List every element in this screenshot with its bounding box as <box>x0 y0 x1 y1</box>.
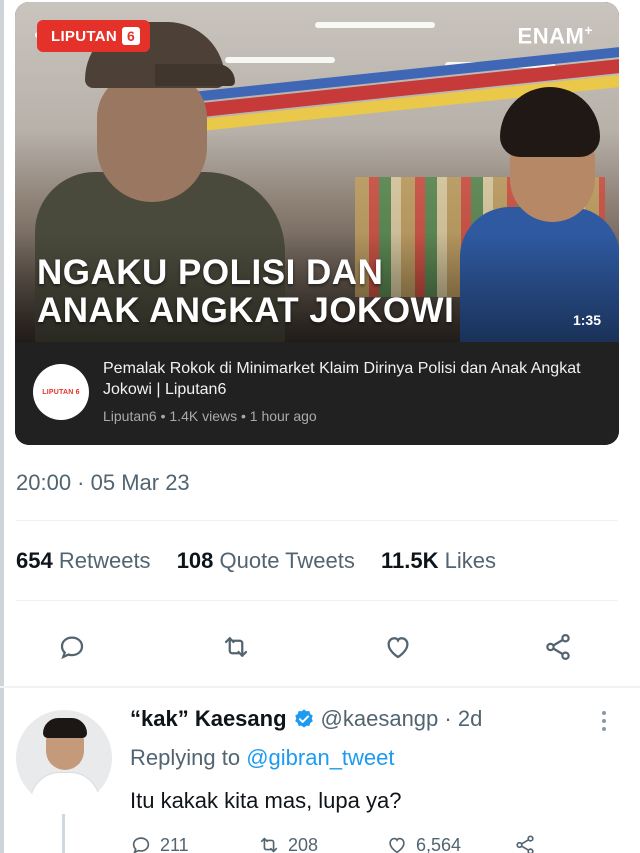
retweet-icon[interactable] <box>216 622 256 672</box>
likes-stat[interactable]: 11.5K Likes <box>381 548 496 573</box>
retweets-stat[interactable]: 654 Retweets <box>16 548 151 573</box>
reply-author-handle[interactable]: @kaesangp · 2d <box>321 706 483 732</box>
video-meta[interactable]: LIPUTAN 6 Pemalak Rokok di Minimarket Kl… <box>15 342 619 445</box>
tweet-stats: 654 Retweets 108 Quote Tweets 11.5K Like… <box>16 548 496 574</box>
reply-retweet-button[interactable]: 208 <box>258 834 318 853</box>
video-stats: Liputan6 • 1.4K views • 1 hour ago <box>103 408 317 424</box>
replying-to: Replying to @gibran_tweet <box>130 745 395 770</box>
reply-icon[interactable] <box>52 622 92 672</box>
video-thumbnail[interactable]: LIPUTAN 6 ENAM+ NGAKU POLISI DAN ANAK ANG… <box>15 2 619 342</box>
video-headline: NGAKU POLISI DAN ANAK ANGKAT JOKOWI <box>37 253 455 330</box>
reply-icon <box>132 837 150 853</box>
reply-reply-button[interactable]: 211 <box>130 834 189 853</box>
quote-tweets-stat[interactable]: 108 Quote Tweets <box>177 548 355 573</box>
mention-link[interactable]: @gibran_tweet <box>246 745 394 770</box>
enam-brand: ENAM+ <box>517 22 593 49</box>
section-separator <box>0 686 640 688</box>
avatar[interactable] <box>16 710 112 806</box>
reply-like-button[interactable]: 6,564 <box>386 834 461 853</box>
liputan6-logo: LIPUTAN 6 <box>37 20 150 52</box>
divider <box>16 520 618 521</box>
left-edge-bar <box>0 0 4 853</box>
retweet-icon <box>260 837 278 853</box>
tweet-timestamp[interactable]: 20:00 · 05 Mar 23 <box>16 470 190 496</box>
tweet-action-bar <box>16 622 620 672</box>
video-duration: 1:35 <box>572 312 601 328</box>
like-icon[interactable] <box>378 622 418 672</box>
channel-avatar[interactable]: LIPUTAN 6 <box>33 364 89 420</box>
more-options-icon[interactable] <box>596 708 612 734</box>
reply-author-name[interactable]: “kak” Kaesang <box>130 706 287 732</box>
verified-badge-icon <box>293 708 315 730</box>
share-icon <box>516 835 534 853</box>
ceiling-light <box>315 22 435 28</box>
like-icon <box>389 837 405 853</box>
video-card[interactable]: LIPUTAN 6 ENAM+ NGAKU POLISI DAN ANAK ANG… <box>15 2 619 445</box>
video-title[interactable]: Pemalak Rokok di Minimarket Klaim Diriny… <box>103 358 603 400</box>
share-icon[interactable] <box>538 622 578 672</box>
reply-text: Itu kakak kita mas, lupa ya? <box>130 788 402 813</box>
divider <box>16 600 618 601</box>
thread-line <box>62 814 65 853</box>
reply-share-button[interactable] <box>514 834 536 853</box>
reply-header: “kak” Kaesang @kaesangp · 2d <box>130 706 482 732</box>
